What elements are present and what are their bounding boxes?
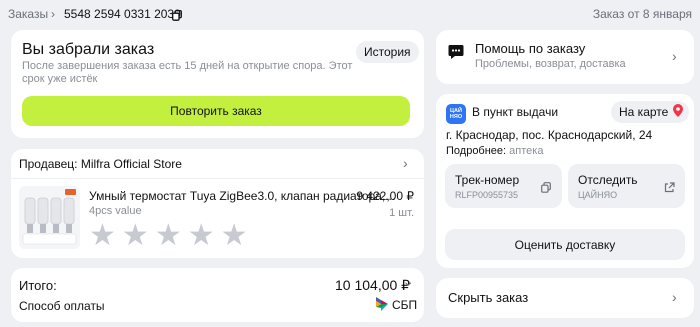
track-value: RLFP00955735 [455, 190, 519, 200]
track-shipment-box[interactable]: Отследить ЦАЙНЯО [568, 164, 685, 208]
help-subtitle: Проблемы, возврат, доставка [475, 58, 626, 70]
star-icon[interactable]: ★ [122, 221, 149, 251]
chevron-right-icon: › [51, 7, 55, 21]
follow-value: ЦАЙНЯО [578, 190, 618, 200]
payment-label: Способ оплаты [19, 299, 105, 313]
divider [11, 178, 424, 179]
history-button[interactable]: История [356, 41, 419, 63]
chevron-right-icon[interactable]: › [403, 155, 408, 171]
chat-icon [448, 44, 464, 60]
repeat-order-button[interactable]: Повторить заказ [22, 96, 410, 126]
product-image[interactable] [19, 186, 80, 249]
pickup-address: г. Краснодар, пос. Краснодарский, 24 [446, 128, 653, 142]
cainiao-logo: ЦАЙ НЯО [446, 104, 466, 124]
seller-card: Продавец: Milfra Official Store › Умный … [11, 149, 424, 258]
product-variant: 4pcs value [89, 205, 142, 217]
seller-name[interactable]: Продавец: Milfra Official Store [19, 157, 182, 171]
track-label: Трек-номер [455, 173, 520, 187]
map-pin-icon [673, 104, 684, 120]
map-button[interactable]: На карте [611, 101, 690, 123]
chevron-down-icon[interactable]: › [401, 282, 417, 287]
follow-label: Отследить [578, 173, 638, 187]
status-title: Вы забрали заказ [22, 41, 155, 58]
chevron-right-icon: › [672, 48, 677, 64]
pickup-title: В пункт выдачи [472, 105, 559, 119]
star-icon[interactable]: ★ [221, 221, 248, 251]
product-qty: 1 шт. [389, 207, 414, 219]
external-link-icon [664, 180, 675, 198]
copy-icon[interactable] [172, 8, 182, 21]
product-name[interactable]: Умный термостат Tuya ZigBee3.0, клапан р… [89, 189, 395, 203]
product-price: 9 422,00 ₽ [356, 189, 414, 203]
details-label: Подробнее: [446, 145, 507, 157]
total-label: Итого: [19, 278, 57, 293]
order-date: Заказ от 8 января [592, 7, 692, 21]
payment-method: СБП [392, 298, 418, 312]
help-title: Помощь по заказу [475, 41, 586, 56]
hide-order-label: Скрыть заказ [448, 290, 529, 305]
track-number-box[interactable]: Трек-номер RLFP00955735 [445, 164, 562, 208]
status-text-line1: После завершения заказа есть 15 дней на … [22, 60, 353, 72]
breadcrumb-orders-link[interactable]: Заказы [8, 7, 48, 21]
copy-icon[interactable] [541, 180, 551, 198]
status-text-line2: срок уже истёк [22, 73, 98, 85]
map-button-label: На карте [619, 105, 669, 119]
star-icon[interactable]: ★ [188, 221, 215, 251]
pickup-card: ЦАЙ НЯО В пункт выдачи На карте г. Красн… [436, 94, 694, 268]
sbp-logo-icon [376, 297, 388, 311]
star-icon[interactable]: ★ [89, 221, 116, 251]
logo-line2: НЯО [449, 114, 463, 120]
details-value: аптека [509, 145, 544, 157]
total-amount: 10 104,00 ₽ [335, 277, 411, 293]
total-card: Итого: 10 104,00 ₽ › Способ оплаты СБП [11, 268, 424, 322]
chevron-right-icon: › [672, 289, 677, 305]
rating-stars: ★ ★ ★ ★ ★ [89, 221, 248, 251]
order-status-card: Вы забрали заказ После завершения заказа… [11, 30, 424, 138]
help-card[interactable]: Помощь по заказу Проблемы, возврат, дост… [436, 30, 694, 84]
hide-order-card[interactable]: Скрыть заказ › [436, 278, 694, 318]
star-icon[interactable]: ★ [155, 221, 182, 251]
order-number: 5548 2594 0331 2030 [64, 7, 181, 21]
rate-delivery-button[interactable]: Оценить доставку [445, 229, 685, 260]
pickup-details: Подробнее: аптека [446, 145, 543, 157]
